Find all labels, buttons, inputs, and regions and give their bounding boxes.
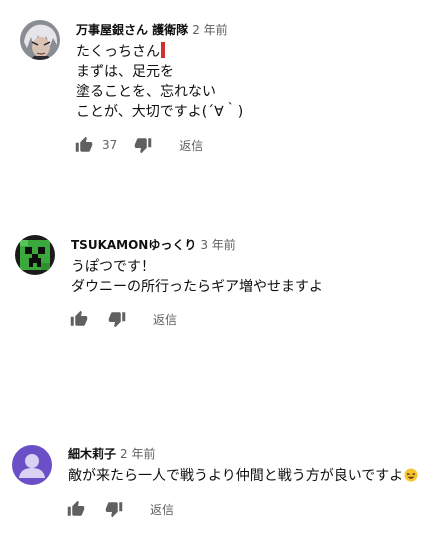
author-avatar-3[interactable] [12, 445, 52, 485]
dislike-button[interactable] [102, 497, 126, 521]
comment-line: まずは、足元を [76, 64, 174, 80]
comment-line: 塗ることを、忘れない [76, 84, 216, 100]
comment-author-1[interactable]: 万事屋銀さん 護衛隊 [76, 23, 188, 37]
comment-time-1[interactable]: 2 年前 [192, 23, 227, 37]
red-bar-icon [161, 42, 165, 58]
dislike-button[interactable] [105, 307, 129, 331]
thumbs-down-icon [108, 312, 126, 328]
default-person-avatar-icon [12, 445, 52, 485]
comment-text-3: 敵が来たら一人で戦うより仲間と戦う方が良いですよ [68, 466, 418, 486]
author-avatar-2[interactable] [15, 235, 55, 275]
silver-hair-character-avatar-icon [20, 20, 60, 60]
thumbs-down-icon [135, 138, 152, 154]
thumbs-down-icon [105, 502, 123, 518]
comment-author-2[interactable]: TSUKAMONゆっくり [71, 238, 196, 252]
reply-button[interactable]: 返信 [179, 137, 203, 154]
comment-thread-1: 万事屋銀さん 護衛隊 2 年前 たくっちさん まずは、足元を 塗ることを、忘れない… [0, 0, 432, 170]
creeper-face-avatar-icon [15, 235, 55, 275]
comment-line: たくっちさん [76, 42, 243, 62]
author-avatar-1[interactable] [20, 20, 60, 60]
reply-button[interactable]: 返信 [153, 311, 177, 328]
like-button[interactable] [64, 497, 88, 521]
comment-line: ことが、大切ですよ(´∀｀) [76, 104, 244, 120]
thumbs-up-icon [70, 310, 88, 326]
like-button[interactable] [72, 133, 96, 157]
comment-author-3[interactable]: 細木莉子 [68, 447, 116, 461]
reply-button[interactable]: 返信 [150, 501, 174, 518]
comment-thread-3: 細木莉子 2 年前 敵が来たら一人で戦うより仲間と戦う方が良いですよ 返信 [0, 425, 432, 534]
comment-actions-3: 返信 [64, 497, 174, 521]
comment-thread-2: TSUKAMONゆっくり 3 年前 うぽつです！ ダウニーの所行ったらギア増やせま… [0, 215, 432, 345]
comment-time-2[interactable]: 3 年前 [200, 238, 235, 252]
comment-text-2: うぽつです！ ダウニーの所行ったらギア増やせますよ [71, 257, 323, 297]
comment-actions-1: 37 返信 [72, 133, 203, 157]
laughing-face-emoji-icon [404, 468, 418, 482]
thumbs-up-icon [75, 136, 93, 152]
comment-line: ダウニーの所行ったらギア増やせますよ [71, 279, 323, 295]
like-button[interactable] [67, 307, 91, 331]
comment-actions-2: 返信 [67, 307, 177, 331]
like-count: 37 [102, 138, 118, 152]
comment-time-3[interactable]: 2 年前 [120, 447, 155, 461]
dislike-button[interactable] [131, 133, 155, 157]
thumbs-up-icon [67, 500, 85, 516]
comment-text-1: たくっちさん まずは、足元を 塗ることを、忘れない ことが、大切ですよ(´∀｀) [76, 42, 243, 122]
comment-line: 敵が来たら一人で戦うより仲間と戦う方が良いですよ [68, 466, 418, 486]
comment-line: うぽつです！ [71, 259, 155, 275]
